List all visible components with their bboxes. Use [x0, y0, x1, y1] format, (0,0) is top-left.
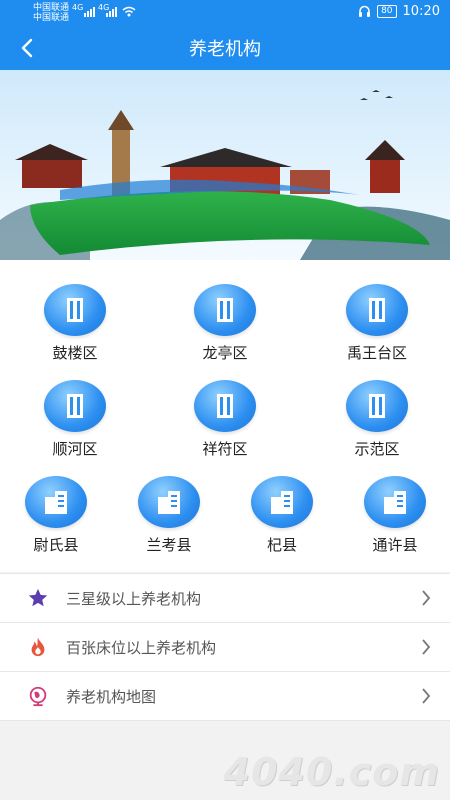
building-icon: [44, 380, 106, 432]
district-label: 禹王台区: [346, 344, 407, 362]
district-grid: 鼓楼区 龙亭区 禹王台区 顺河区 祥符区 示范区 尉氏县 兰考县 杞县 通许县: [0, 260, 450, 572]
flame-icon: [26, 635, 50, 659]
building-icon: [346, 380, 408, 432]
district-longting[interactable]: 龙亭区: [180, 284, 270, 363]
district-label: 顺河区: [52, 440, 98, 458]
building-icon: [25, 476, 87, 528]
building-icon: [194, 380, 256, 432]
district-weishi[interactable]: 尉氏县: [11, 476, 101, 555]
menu-item-label: 养老机构地图: [66, 687, 157, 706]
carrier-1: 中国联通: [33, 3, 70, 13]
chevron-right-icon: [422, 639, 431, 655]
chevron-right-icon: [422, 590, 431, 606]
district-label: 示范区: [354, 440, 400, 458]
district-label: 通许县: [372, 536, 418, 554]
page-title: 养老机构: [189, 39, 261, 60]
menu-item-label: 百张床位以上养老机构: [66, 638, 217, 657]
globe-icon: [26, 684, 50, 708]
app-header: 养老机构: [0, 25, 450, 70]
watermark: 4040.com: [223, 750, 440, 794]
district-shifan[interactable]: 示范区: [332, 380, 422, 459]
building-icon: [346, 284, 408, 336]
status-right: 80 10:20: [358, 4, 440, 19]
district-tongxu[interactable]: 通许县: [350, 476, 440, 555]
building-icon: [44, 284, 106, 336]
chevron-right-icon: [422, 688, 431, 704]
building-icon: [194, 284, 256, 336]
building-icon: [251, 476, 313, 528]
district-label: 杞县: [266, 536, 297, 554]
wifi-icon: [122, 6, 136, 17]
menu-item-label: 三星级以上养老机构: [66, 589, 202, 608]
district-label: 兰考县: [146, 536, 192, 554]
district-label: 尉氏县: [33, 536, 79, 554]
battery-level: 80: [377, 5, 397, 18]
district-yuwangtai[interactable]: 禹王台区: [332, 284, 422, 363]
building-icon: [364, 476, 426, 528]
clock: 10:20: [402, 4, 440, 19]
district-qixian[interactable]: 杞县: [237, 476, 327, 555]
headset-icon: [359, 5, 371, 17]
district-xiangfu[interactable]: 祥符区: [180, 380, 270, 459]
star-icon: [26, 586, 50, 610]
district-label: 鼓楼区: [52, 344, 98, 362]
status-bar: 中国联通 中国联通 4G 4G 80 10:20: [0, 0, 450, 25]
signal-icon: [84, 7, 95, 17]
district-lankao[interactable]: 兰考县: [124, 476, 214, 555]
menu-item-three-star[interactable]: 三星级以上养老机构: [0, 573, 450, 622]
menu-item-hundred-beds[interactable]: 百张床位以上养老机构: [0, 622, 450, 671]
district-shunhe[interactable]: 顺河区: [30, 380, 120, 459]
signal-icon-2: [106, 7, 117, 17]
menu-item-map[interactable]: 养老机构地图: [0, 671, 450, 721]
district-label: 祥符区: [202, 440, 248, 458]
menu-list: 三星级以上养老机构 百张床位以上养老机构 养老机构地图: [0, 573, 450, 721]
district-gulou[interactable]: 鼓楼区: [30, 284, 120, 363]
building-icon: [138, 476, 200, 528]
district-label: 龙亭区: [202, 344, 248, 362]
network-type-1: 4G: [72, 3, 84, 12]
banner-image: [0, 70, 450, 260]
carrier-2: 中国联通: [33, 13, 70, 23]
carrier-labels: 中国联通 中国联通: [33, 3, 69, 23]
